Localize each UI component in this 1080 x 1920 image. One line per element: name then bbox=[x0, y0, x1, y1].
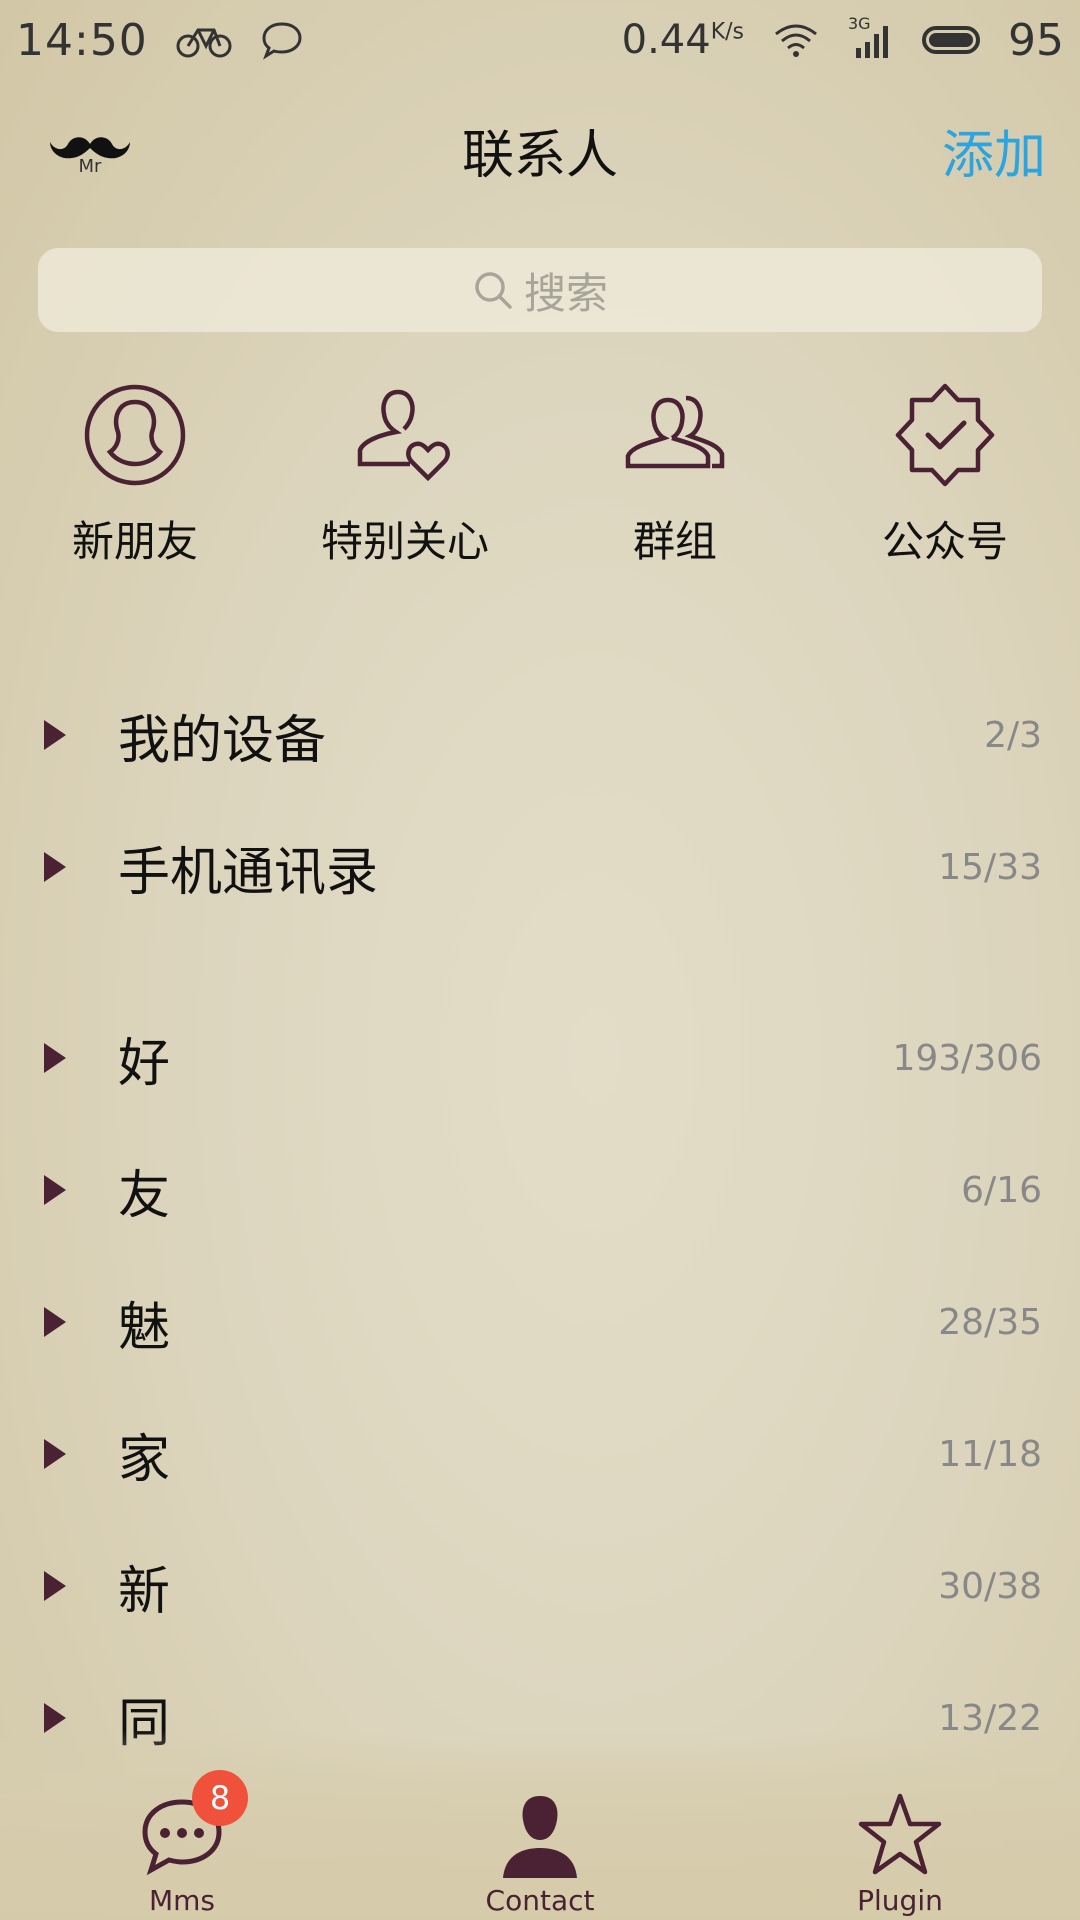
status-bar: 14:50 0.44K/s 3G 95 bbox=[0, 0, 1080, 80]
quick-groups[interactable]: 群组 bbox=[540, 380, 810, 580]
tab-label: Plugin bbox=[857, 1884, 943, 1917]
group-count: 11/18 bbox=[938, 1433, 1042, 1475]
star-icon bbox=[858, 1793, 942, 1875]
battery-icon bbox=[922, 26, 980, 54]
group-count: 2/3 bbox=[984, 714, 1042, 756]
expand-arrow-icon bbox=[44, 852, 66, 882]
expand-arrow-icon bbox=[44, 720, 66, 750]
group-name: 家 bbox=[118, 1429, 171, 1490]
group-name: 新 bbox=[118, 1561, 171, 1622]
quick-label: 特别关心 bbox=[320, 517, 489, 566]
bottom-tab-bar: Mms 8 Contact Plugin bbox=[0, 1730, 1080, 1920]
group-row-phone-contacts[interactable]: 手机通讯录 15/33 bbox=[0, 802, 1080, 932]
person-circle-icon bbox=[84, 384, 186, 486]
quick-label: 群组 bbox=[632, 517, 717, 566]
group-row[interactable]: 家 11/18 bbox=[0, 1389, 1080, 1519]
quick-actions: 新朋友 特别关心 群组 公众号 bbox=[0, 380, 1080, 580]
signal-icon: 3G bbox=[848, 14, 894, 60]
group-row[interactable]: 新 30/38 bbox=[0, 1521, 1080, 1651]
search-input[interactable]: 搜索 bbox=[38, 248, 1042, 332]
expand-arrow-icon bbox=[44, 1703, 66, 1733]
group-count: 15/33 bbox=[938, 846, 1042, 888]
wifi-icon bbox=[775, 24, 817, 57]
quick-official-accounts[interactable]: 公众号 bbox=[810, 380, 1080, 580]
expand-arrow-icon bbox=[44, 1439, 66, 1469]
unread-badge: 8 bbox=[192, 1770, 248, 1826]
group-row[interactable]: 魅 28/35 bbox=[0, 1257, 1080, 1387]
expand-arrow-icon bbox=[44, 1043, 66, 1073]
group-row[interactable]: 好 193/306 bbox=[0, 993, 1080, 1123]
tab-label: Contact bbox=[485, 1884, 595, 1917]
tab-mms[interactable]: Mms 8 bbox=[82, 1730, 282, 1920]
quick-new-friends[interactable]: 新朋友 bbox=[0, 380, 270, 580]
group-name: 友 bbox=[118, 1165, 171, 1226]
expand-arrow-icon bbox=[44, 1307, 66, 1337]
group-count: 6/16 bbox=[961, 1169, 1042, 1211]
contact-person-icon bbox=[503, 1796, 577, 1878]
status-right: 0.44K/s 3G 95 bbox=[621, 14, 1064, 66]
group-name: 好 bbox=[118, 1033, 171, 1094]
status-time: 14:50 bbox=[16, 14, 148, 66]
bicycle-icon bbox=[176, 28, 232, 58]
expand-arrow-icon bbox=[44, 1175, 66, 1205]
group-icon bbox=[625, 395, 725, 469]
quick-label: 新朋友 bbox=[71, 517, 198, 566]
group-count: 30/38 bbox=[938, 1565, 1042, 1607]
quick-special-care[interactable]: 特别关心 bbox=[270, 380, 540, 580]
search-placeholder: 搜索 bbox=[523, 268, 608, 318]
group-name: 魅 bbox=[118, 1297, 171, 1358]
add-button[interactable]: 添加 bbox=[942, 113, 1046, 188]
person-heart-icon bbox=[357, 389, 450, 482]
tab-label: Mms bbox=[148, 1884, 216, 1917]
expand-arrow-icon bbox=[44, 1571, 66, 1601]
message-bubble-icon bbox=[262, 22, 302, 60]
tab-contact[interactable]: Contact bbox=[440, 1730, 640, 1920]
group-count: 193/306 bbox=[892, 1037, 1042, 1079]
header: Mr 联系人 添加 bbox=[0, 90, 1080, 210]
network-speed: 0.44K/s bbox=[621, 17, 744, 63]
status-left: 14:50 bbox=[16, 15, 304, 66]
verified-badge-icon bbox=[895, 383, 995, 487]
group-row[interactable]: 友 6/16 bbox=[0, 1125, 1080, 1255]
group-name: 我的设备 bbox=[118, 710, 327, 771]
battery-level: 95 bbox=[1008, 14, 1064, 66]
quick-label: 公众号 bbox=[881, 517, 1008, 566]
group-count: 28/35 bbox=[938, 1301, 1042, 1343]
group-name: 手机通讯录 bbox=[118, 842, 379, 903]
group-row-my-devices[interactable]: 我的设备 2/3 bbox=[0, 670, 1080, 800]
tab-plugin[interactable]: Plugin bbox=[800, 1730, 1000, 1920]
search-icon bbox=[475, 272, 512, 309]
page-title: 联系人 bbox=[461, 125, 618, 186]
